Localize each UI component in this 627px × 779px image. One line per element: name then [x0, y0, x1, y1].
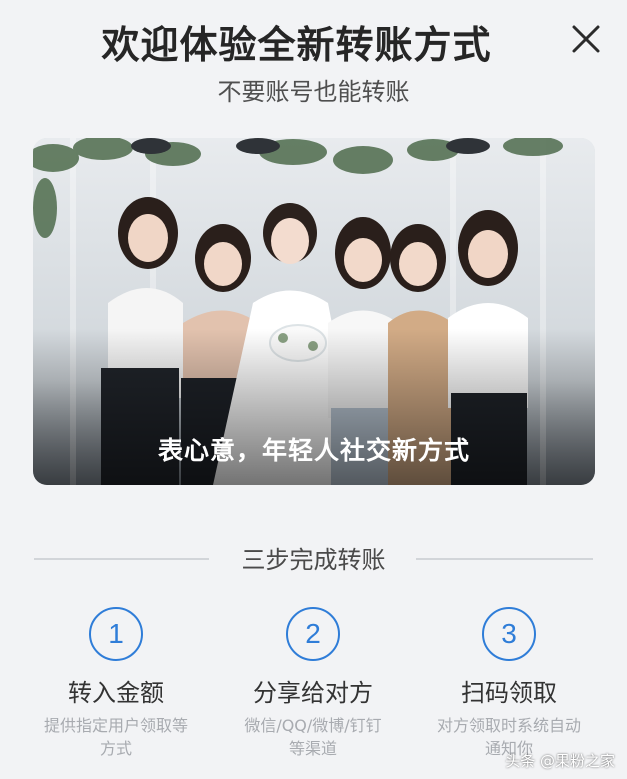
dialog-title: 欢迎体验全新转账方式 — [101, 23, 492, 67]
step-title: 转入金额 — [68, 679, 164, 707]
step-item-3: 3 扫码领取 对方领取时系统自动 通知你 — [414, 607, 604, 760]
step-item-1: 1 转入金额 提供指定用户领取等 方式 — [21, 607, 211, 760]
step-number-badge: 1 — [89, 607, 143, 661]
step-title: 分享给对方 — [253, 679, 373, 707]
step-item-2: 2 分享给对方 微信/QQ/微博/钉钉 等渠道 — [218, 607, 408, 760]
close-icon — [572, 25, 600, 53]
step-description-line: 等渠道 — [288, 739, 337, 758]
dialog-subtitle: 不要账号也能转账 — [217, 78, 410, 106]
step-description-line: 对方领取时系统自动 — [436, 716, 581, 735]
step-description: 微信/QQ/微博/钉钉 等渠道 — [218, 714, 408, 760]
source-watermark: 头条 @果粉之家 — [505, 752, 615, 770]
divider-line-right — [416, 558, 593, 560]
step-description-line: 提供指定用户领取等 — [43, 716, 188, 735]
close-button[interactable] — [569, 22, 603, 56]
step-description-line: 微信/QQ/微博/钉钉 — [244, 716, 382, 735]
step-title: 扫码领取 — [461, 679, 557, 707]
step-description-line: 方式 — [99, 739, 132, 758]
transfer-intro-dialog: 欢迎体验全新转账方式 不要账号也能转账 表心意，年轻人社交新方式 三步完成转账 … — [0, 0, 627, 779]
step-number-badge: 3 — [482, 607, 536, 661]
hero-caption: 表心意，年轻人社交新方式 — [157, 436, 470, 465]
step-number-badge: 2 — [286, 607, 340, 661]
step-description: 提供指定用户领取等 方式 — [21, 714, 211, 760]
hero-photo: 表心意，年轻人社交新方式 — [33, 138, 595, 485]
section-divider: 三步完成转账 — [0, 540, 627, 576]
